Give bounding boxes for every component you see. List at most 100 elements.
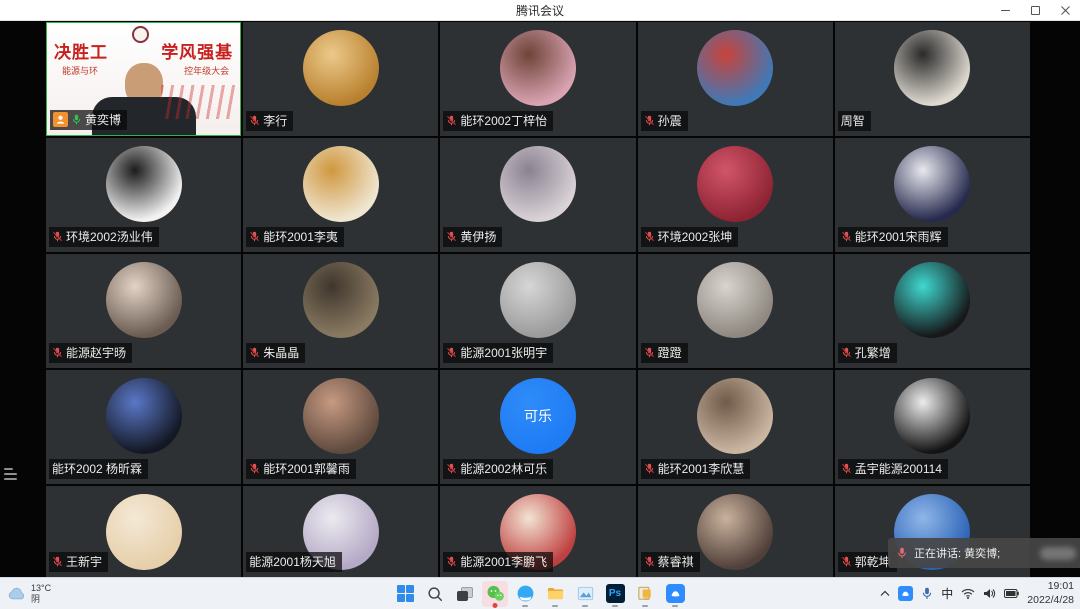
participant-tile[interactable]: 能环2001宋雨辉	[835, 138, 1030, 252]
penguin-avatar	[894, 30, 970, 106]
speaking-toast: 正在讲话: 黄奕博;	[888, 538, 1080, 568]
participant-tile[interactable]: 孙震	[638, 22, 833, 136]
participant-namebar: 环境2002张坤	[641, 227, 739, 247]
sketch-anime-avatar	[894, 378, 970, 454]
participant-tile[interactable]: 能源2001张明宇	[440, 254, 635, 368]
search-icon[interactable]	[422, 581, 448, 607]
participant-namebar: 能源赵宇旸	[49, 343, 132, 363]
volume-icon[interactable]	[983, 588, 996, 599]
dog-avatar	[303, 30, 379, 106]
photos-icon[interactable]	[572, 581, 598, 607]
mic-icon	[249, 463, 260, 474]
blue-gold-abstract-avatar	[106, 378, 182, 454]
avatar-label: 可乐	[524, 406, 552, 426]
mic-icon	[446, 347, 457, 358]
participant-tile[interactable]: 决胜工学风强基能源与环控年级大会 黄奕博	[46, 22, 241, 136]
mic-icon	[644, 115, 655, 126]
participant-name: 蔡睿祺	[658, 553, 694, 570]
resting-person-avatar	[697, 378, 773, 454]
tray-mic-icon[interactable]	[921, 587, 933, 600]
participant-tile[interactable]: 能源2001李鹏飞	[440, 486, 635, 577]
file-explorer-icon[interactable]	[542, 581, 568, 607]
cyan-cross-avatar	[894, 262, 970, 338]
participant-tile[interactable]: 能环2002丁梓怡	[440, 22, 635, 136]
participant-namebar: 王新宇	[49, 552, 108, 572]
participant-name: 能源赵宇旸	[66, 344, 126, 361]
task-view-icon[interactable]	[452, 581, 478, 607]
participant-tile[interactable]: 环境2002张坤	[638, 138, 833, 252]
meeting-stage: 决胜工学风强基能源与环控年级大会 黄奕博	[0, 20, 1080, 577]
participant-name: 能环2002 杨昕霖	[52, 460, 142, 477]
sidebar-toggle-icon[interactable]	[4, 468, 17, 480]
wifi-icon[interactable]	[961, 588, 975, 599]
participant-tile[interactable]: 能环2001郭馨雨	[243, 370, 438, 484]
ime-indicator[interactable]: 中	[941, 585, 953, 602]
mic-icon	[52, 231, 63, 242]
running-indicator	[672, 605, 678, 607]
weather-widget[interactable]: 13°C 阴	[8, 578, 51, 609]
participant-name: 能环2001李夷	[263, 228, 338, 245]
participant-namebar: 能环2001宋雨辉	[838, 227, 948, 247]
participant-tile[interactable]: 黄伊扬	[440, 138, 635, 252]
participant-tile[interactable]: 能环2001李欣慧	[638, 370, 833, 484]
tray-chevron-up-icon[interactable]	[880, 590, 890, 597]
running-indicator	[612, 605, 618, 607]
participant-tile[interactable]: 可乐 能源2002林可乐	[440, 370, 635, 484]
participant-namebar: 黄伊扬	[443, 227, 502, 247]
weather-cloud-icon	[8, 587, 26, 600]
participant-name: 孟宇能源200114	[855, 460, 942, 477]
mic-icon	[71, 114, 82, 125]
speaking-toast-label: 正在讲话: 黄奕博;	[914, 545, 1000, 561]
office-icon[interactable]	[632, 581, 658, 607]
participant-tile[interactable]: 能环2001李夷	[243, 138, 438, 252]
close-button[interactable]	[1050, 0, 1080, 20]
participant-name: 能源2001张明宇	[460, 344, 547, 361]
participant-tile[interactable]: 能源2001杨天旭	[243, 486, 438, 577]
participant-namebar: 能环2001郭馨雨	[246, 459, 356, 479]
participant-tile[interactable]: 李行	[243, 22, 438, 136]
tencent-meeting-icon[interactable]	[662, 581, 688, 607]
participant-name: 能源2001杨天旭	[249, 553, 336, 570]
roses-avatar	[697, 146, 773, 222]
participant-tile[interactable]: 能源赵宇旸	[46, 254, 241, 368]
participant-tile[interactable]: 王新宇	[46, 486, 241, 577]
wechat-icon[interactable]	[482, 581, 508, 607]
anime-boy-avatar	[697, 30, 773, 106]
participant-tile[interactable]: 蹬蹬	[638, 254, 833, 368]
speaking-mic-icon	[896, 547, 908, 559]
participant-tile[interactable]: 能环2002 杨昕霖	[46, 370, 241, 484]
participant-name: 环境2002张坤	[658, 228, 733, 245]
start-icon[interactable]	[392, 581, 418, 607]
tray-clock[interactable]: 19:01 2022/4/28	[1027, 580, 1074, 606]
photoshop-glyph-label: Ps	[609, 588, 621, 599]
participant-namebar: 能环2002丁梓怡	[443, 111, 553, 131]
participant-namebar: 黄奕博	[50, 110, 127, 130]
participant-tile[interactable]: 蔡睿祺	[638, 486, 833, 577]
bw-figure-avatar	[106, 146, 182, 222]
participant-tile[interactable]: 孟宇能源200114	[835, 370, 1030, 484]
mic-icon	[249, 347, 260, 358]
participant-tile[interactable]: 孔繁增	[835, 254, 1030, 368]
participant-namebar: 孔繁增	[838, 343, 897, 363]
tray-time: 19:01	[1027, 580, 1074, 593]
weather-temp: 13°C	[31, 583, 51, 594]
maximize-button[interactable]	[1020, 0, 1050, 20]
participant-tile[interactable]: 周智	[835, 22, 1030, 136]
mic-icon	[841, 463, 852, 474]
mouse-avatar	[106, 262, 182, 338]
participant-tile[interactable]: 环境2002汤业伟	[46, 138, 241, 252]
participant-name: 郭乾坤	[855, 553, 891, 570]
tencent-meeting-tray-icon[interactable]	[898, 586, 913, 601]
girl-portrait-avatar	[697, 494, 773, 570]
qq-icon[interactable]	[512, 581, 538, 607]
battery-icon[interactable]	[1004, 589, 1019, 598]
participant-tile[interactable]: 朱晶晶	[243, 254, 438, 368]
participant-name: 李行	[263, 112, 287, 129]
participant-name: 黄奕博	[85, 111, 121, 128]
photoshop-icon[interactable]: Ps	[602, 581, 628, 607]
minimize-button[interactable]	[990, 0, 1020, 20]
mic-icon	[249, 115, 260, 126]
participant-namebar: 能源2001李鹏飞	[443, 552, 553, 572]
mic-icon	[52, 556, 63, 567]
participant-namebar: 蔡睿祺	[641, 552, 700, 572]
